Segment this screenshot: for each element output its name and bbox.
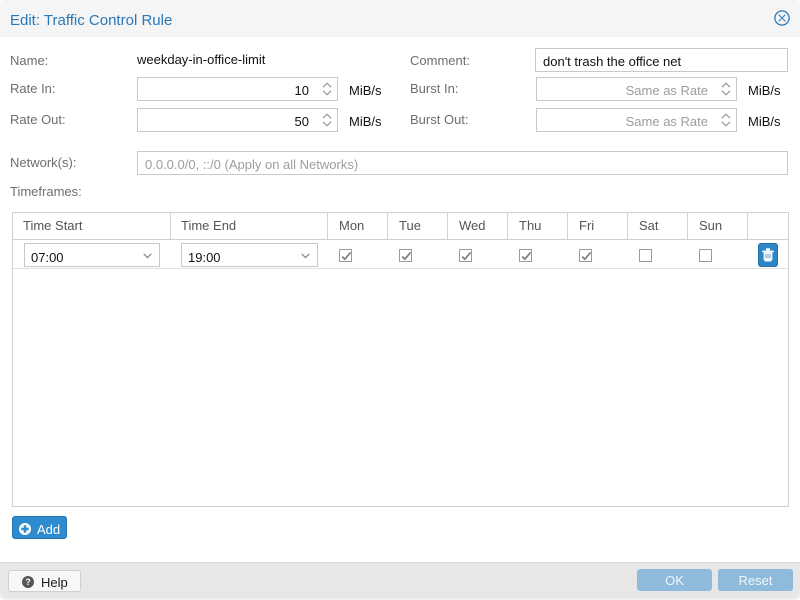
svg-text:?: ?: [25, 577, 31, 587]
